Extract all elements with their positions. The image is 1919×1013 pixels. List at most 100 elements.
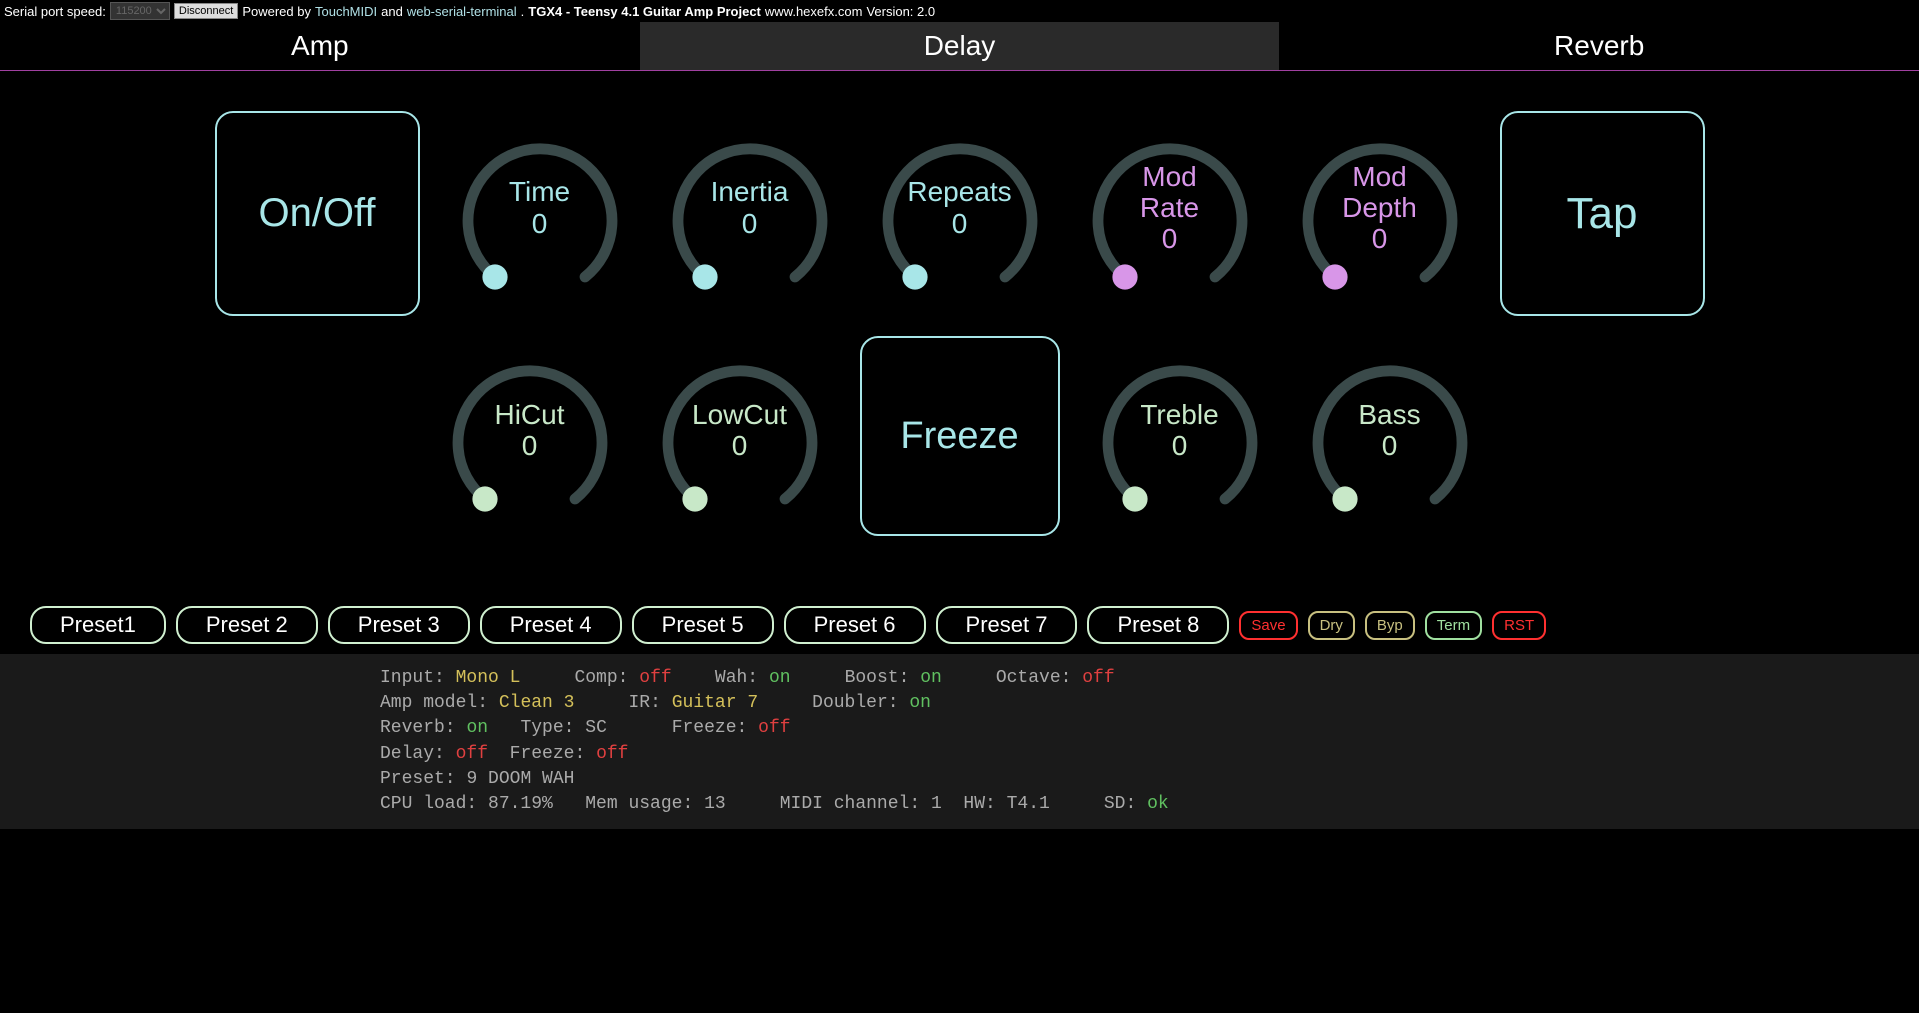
term-hw-value: T4.1 [1007,794,1050,814]
knob-moddepth[interactable]: Mod Depth0 [1290,124,1470,304]
term-ir-value: Guitar 7 [672,693,758,713]
tab-reverb[interactable]: Reverb [1279,22,1919,70]
knob-row-1: On/Off Time0 Inertia0 Repeats0 Mod Rate0… [20,111,1899,316]
tab-bar: Amp Delay Reverb [0,22,1919,71]
term-freeze2-label: Freeze: [510,744,586,764]
preset-2-button[interactable]: Preset 2 [176,606,318,644]
knob-inertia-value: 0 [742,208,758,240]
serial-speed-label: Serial port speed: [4,4,106,19]
knob-bass-value: 0 [1382,430,1398,462]
term-comp-value: off [639,668,671,688]
knob-treble-value: 0 [1172,430,1188,462]
term-freeze-value: off [758,718,790,738]
preset-1-button[interactable]: Preset1 [30,606,166,644]
term-reverb-label: Reverb: [380,718,456,738]
knob-repeats[interactable]: Repeats0 [870,124,1050,304]
knob-repeats-value: 0 [952,208,968,240]
tab-amp[interactable]: Amp [0,22,640,70]
knob-repeats-label: Repeats [907,177,1011,208]
knob-treble-label: Treble [1140,400,1218,431]
freeze-button[interactable]: Freeze [860,336,1060,536]
term-cpu-label: CPU load: [380,794,477,814]
term-button[interactable]: Term [1425,611,1482,640]
term-freeze-label: Freeze: [672,718,748,738]
knob-inertia-label: Inertia [711,177,789,208]
knob-row-2: HiCut0 LowCut0 Freeze Treble0 Bass0 [20,336,1899,536]
preset-8-button[interactable]: Preset 8 [1087,606,1229,644]
knob-hicut[interactable]: HiCut0 [440,346,620,526]
term-octave-label: Octave: [996,668,1072,688]
term-octave-value: off [1082,668,1114,688]
version-label: Version: 2.0 [866,4,935,19]
term-sd-value: ok [1147,794,1169,814]
term-preset-label: Preset: [380,769,456,789]
knob-moddepth-label: Mod Depth [1342,162,1417,224]
term-boost-label: Boost: [845,668,910,688]
and-label: and [381,4,403,19]
powered-by-label: Powered by [242,4,311,19]
preset-3-button[interactable]: Preset 3 [328,606,470,644]
tab-delay[interactable]: Delay [640,22,1280,70]
serial-speed-select[interactable]: 115200 [110,2,170,20]
term-ir-label: IR: [628,693,660,713]
preset-4-button[interactable]: Preset 4 [480,606,622,644]
knob-inertia[interactable]: Inertia0 [660,124,840,304]
byp-button[interactable]: Byp [1365,611,1415,640]
knob-modrate[interactable]: Mod Rate0 [1080,124,1260,304]
knob-modrate-label: Mod Rate [1140,162,1199,224]
term-doubler-label: Doubler: [812,693,898,713]
rst-button[interactable]: RST [1492,611,1546,640]
knob-treble[interactable]: Treble0 [1090,346,1270,526]
term-midi-value: 1 [931,794,942,814]
knob-lowcut-label: LowCut [692,400,787,431]
knob-hicut-value: 0 [522,430,538,462]
term-delay-label: Delay: [380,744,445,764]
term-preset-value: 9 DOOM WAH [466,769,574,789]
preset-bar: Preset1 Preset 2 Preset 3 Preset 4 Prese… [0,576,1919,654]
knob-time[interactable]: Time0 [450,124,630,304]
knob-lowcut[interactable]: LowCut0 [650,346,830,526]
term-type-label: Type: [520,718,574,738]
term-type-value: SC [585,718,607,738]
term-midi-label: MIDI channel: [780,794,920,814]
terminal-output: Input: Mono L Comp: off Wah: on Boost: o… [0,654,1919,829]
term-wah-label: Wah: [715,668,758,688]
knob-bass-label: Bass [1358,400,1420,431]
term-doubler-value: on [909,693,931,713]
term-reverb-value: on [466,718,488,738]
touchmidi-link[interactable]: TouchMIDI [315,4,377,19]
main-panel: On/Off Time0 Inertia0 Repeats0 Mod Rate0… [0,71,1919,576]
knob-time-label: Time [509,177,570,208]
term-amp-value: Clean 3 [499,693,575,713]
term-amp-label: Amp model: [380,693,488,713]
knob-bass[interactable]: Bass0 [1300,346,1480,526]
term-input-label: Input: [380,668,445,688]
disconnect-button[interactable]: Disconnect [174,3,238,19]
term-comp-label: Comp: [574,668,628,688]
term-wah-value: on [769,668,791,688]
term-freeze2-value: off [596,744,628,764]
preset-7-button[interactable]: Preset 7 [936,606,1078,644]
term-cpu-value: 87.19% [488,794,553,814]
knob-hicut-label: HiCut [494,400,564,431]
preset-5-button[interactable]: Preset 5 [632,606,774,644]
save-button[interactable]: Save [1239,611,1297,640]
knob-lowcut-value: 0 [732,430,748,462]
webserial-link[interactable]: web-serial-terminal [407,4,517,19]
header-bar: Serial port speed: 115200 Disconnect Pow… [0,0,1919,22]
project-title: TGX4 - Teensy 4.1 Guitar Amp Project [528,4,761,19]
preset-6-button[interactable]: Preset 6 [784,606,926,644]
term-hw-label: HW: [963,794,995,814]
term-mem-label: Mem usage: [585,794,693,814]
term-mem-value: 13 [704,794,726,814]
knob-moddepth-value: 0 [1372,223,1388,255]
term-boost-value: on [920,668,942,688]
knob-modrate-value: 0 [1162,223,1178,255]
term-delay-value: off [456,744,488,764]
tap-button[interactable]: Tap [1500,111,1705,316]
dry-button[interactable]: Dry [1308,611,1355,640]
site-label: www.hexefx.com [765,4,863,19]
onoff-button[interactable]: On/Off [215,111,420,316]
knob-time-value: 0 [532,208,548,240]
term-sd-label: SD: [1104,794,1136,814]
